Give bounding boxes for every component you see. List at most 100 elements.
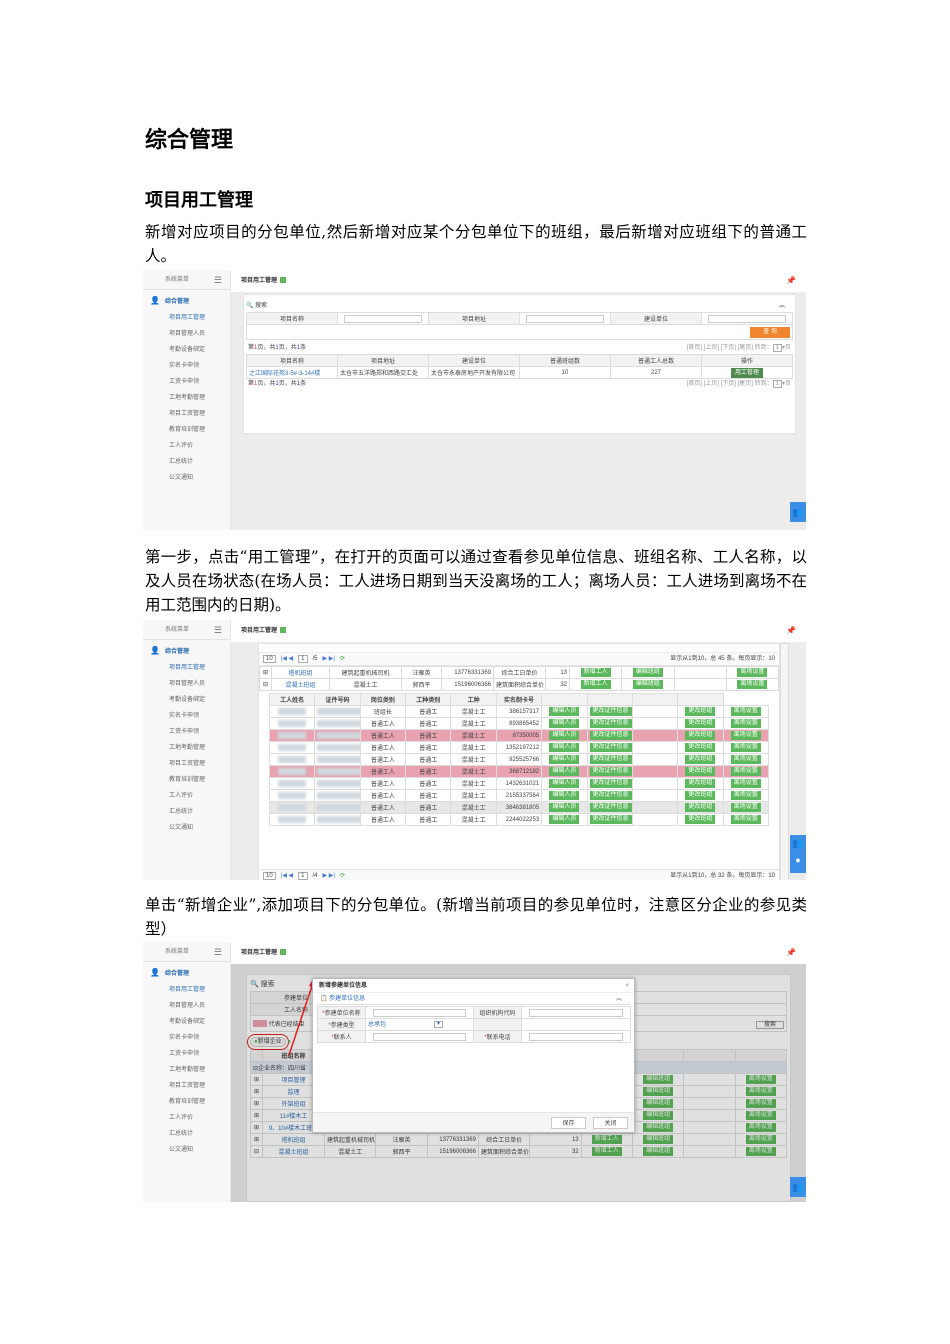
team-action-button[interactable]: 编辑班组 [632, 668, 663, 677]
sidebar-item[interactable]: 工资卡申领 [143, 724, 230, 740]
worker-action-button[interactable]: 编辑人员 [549, 803, 580, 812]
sidebar-item[interactable]: 考勤设备绑定 [143, 1014, 230, 1030]
help-icon[interactable] [280, 949, 287, 956]
refresh-icon[interactable]: ⟳ [340, 873, 345, 879]
sidebar-item[interactable]: 项目管理人员 [143, 998, 230, 1014]
worker-action-button[interactable]: 离场设置 [730, 803, 761, 812]
sidebar-item[interactable]: 汇总统计 [143, 1126, 230, 1142]
team-action-button[interactable]: 新增工人 [580, 668, 611, 677]
sidebar-item[interactable]: 工资卡申领 [143, 374, 230, 390]
worker-action-button[interactable]: 编辑人员 [549, 755, 580, 764]
refresh-icon[interactable]: ⟳ [340, 656, 345, 662]
worker-action-button[interactable]: 离场设置 [730, 719, 761, 728]
worker-action-button[interactable]: 编辑人员 [549, 791, 580, 800]
worker-action-button[interactable]: 更改证件信息 [589, 707, 632, 716]
page-size-select[interactable]: 10 [263, 872, 276, 880]
worker-action-button[interactable]: 编辑人员 [549, 719, 580, 728]
company-type-select[interactable]: 总承包 ▾ [368, 1020, 443, 1029]
worker-action-button[interactable]: 编辑人员 [549, 707, 580, 716]
contacts-icon[interactable]: 👥 [790, 502, 806, 522]
contact-phone-input[interactable] [529, 1032, 623, 1041]
collapse-icon[interactable]: ︽ [779, 300, 785, 312]
org-code-input[interactable] [529, 1008, 623, 1017]
sidebar-group-general[interactable]: 👤 综合管理 [143, 642, 230, 660]
sidebar-item[interactable]: 工资卡申领 [143, 1046, 230, 1062]
worker-action-button[interactable]: 更改证件信息 [589, 791, 632, 800]
worker-action-button[interactable]: 更改班组 [685, 803, 716, 812]
contacts-icon[interactable]: 👥 [790, 1177, 806, 1197]
labor-management-button[interactable]: 用工管理 [730, 367, 763, 378]
worker-action-button[interactable]: 更改班组 [685, 707, 716, 716]
page-select[interactable]: 1 [772, 380, 782, 388]
sidebar-item[interactable]: 项目工资管理 [143, 406, 230, 422]
contacts-icon[interactable]: 👥 ● [790, 835, 806, 873]
worker-action-button[interactable]: 离场设置 [730, 767, 761, 776]
company-name-input[interactable] [373, 1008, 466, 1017]
save-button[interactable]: 保存 [551, 1117, 586, 1129]
menu-toggle-icon[interactable]: ☰ [214, 620, 222, 640]
worker-action-button[interactable]: 更改班组 [685, 731, 716, 740]
worker-action-button[interactable]: 更改班组 [685, 767, 716, 776]
sidebar-item[interactable]: 工地考勤管理 [143, 740, 230, 756]
worker-action-button[interactable]: 更改证件信息 [589, 719, 632, 728]
sidebar-item[interactable]: 公文通知 [143, 1142, 230, 1158]
sidebar-item[interactable]: 工人评价 [143, 788, 230, 804]
page-input[interactable]: 1 [298, 872, 308, 880]
sidebar-item[interactable]: 公文通知 [143, 820, 230, 836]
sidebar-item[interactable]: 考勤设备绑定 [143, 342, 230, 358]
sidebar-item[interactable]: 考勤设备绑定 [143, 692, 230, 708]
worker-action-button[interactable]: 更改班组 [685, 791, 716, 800]
worker-action-button[interactable]: 更改证件信息 [589, 815, 632, 824]
sidebar-item[interactable]: 汇总统计 [143, 804, 230, 820]
worker-action-button[interactable]: 更改证件信息 [589, 767, 632, 776]
sidebar-item[interactable]: 项目管理人员 [143, 326, 230, 342]
sidebar-item[interactable]: 工地考勤管理 [143, 1062, 230, 1078]
sidebar-item[interactable]: 教育培训管理 [143, 422, 230, 438]
team-action-button[interactable]: 编辑班组 [632, 680, 663, 689]
worker-action-button[interactable]: 更改班组 [685, 719, 716, 728]
worker-action-button[interactable]: 更改证件信息 [589, 731, 632, 740]
sidebar-item[interactable]: 项目工资管理 [143, 756, 230, 772]
sidebar-group-general[interactable]: 👤 综合管理 [143, 292, 230, 310]
scrollbar[interactable] [780, 643, 789, 880]
worker-action-button[interactable]: 更改证件信息 [589, 803, 632, 812]
help-icon[interactable] [280, 627, 287, 634]
worker-action-button[interactable]: 离场设置 [730, 791, 761, 800]
worker-action-button[interactable]: 更改证件信息 [589, 755, 632, 764]
sidebar-group-general[interactable]: 👤 综合管理 [143, 964, 230, 982]
pin-icon[interactable]: 📌 [786, 942, 796, 964]
team-name-link[interactable]: 塔机班组 [271, 666, 330, 679]
page-input[interactable]: 1 [298, 655, 308, 663]
pin-icon[interactable]: 📌 [786, 270, 796, 292]
team-action-button[interactable]: 新增工人 [580, 680, 611, 689]
sidebar-item[interactable]: 工人评价 [143, 438, 230, 454]
first-prev-icon[interactable]: |◀ ◀ [281, 656, 293, 662]
sidebar-item[interactable]: 教育培训管理 [143, 1094, 230, 1110]
sidebar-item[interactable]: 项目用工管理 [143, 660, 230, 676]
sidebar-item[interactable]: 工地考勤管理 [143, 390, 230, 406]
worker-action-button[interactable]: 编辑人员 [549, 731, 580, 740]
sidebar-item[interactable]: 项目管理人员 [143, 676, 230, 692]
query-button[interactable]: 查 询 [750, 326, 790, 338]
worker-action-button[interactable]: 编辑人员 [549, 779, 580, 788]
pin-icon[interactable]: 📌 [786, 620, 796, 642]
sidebar-item[interactable]: 项目用工管理 [143, 982, 230, 998]
worker-action-button[interactable]: 更改证件信息 [589, 779, 632, 788]
sidebar-item[interactable]: 实名卡申领 [143, 1030, 230, 1046]
project-address-input[interactable] [526, 314, 604, 323]
sidebar-item[interactable]: 项目工资管理 [143, 1078, 230, 1094]
worker-action-button[interactable]: 更改班组 [685, 779, 716, 788]
worker-action-button[interactable]: 编辑人员 [549, 815, 580, 824]
menu-toggle-icon[interactable]: ☰ [214, 942, 222, 962]
expand-toggle[interactable]: ⊞ [259, 666, 272, 679]
page-select[interactable]: 1 [772, 344, 782, 352]
worker-action-button[interactable]: 离场设置 [730, 743, 761, 752]
project-name-link[interactable]: 之江国际花苑3-5#-3-14#楼 [246, 366, 338, 379]
worker-action-button[interactable]: 编辑人员 [549, 743, 580, 752]
worker-action-button[interactable]: 离场设置 [730, 755, 761, 764]
worker-action-button[interactable]: 更改班组 [685, 815, 716, 824]
team-action-button[interactable]: 离场设置 [737, 680, 768, 689]
builder-input[interactable] [708, 314, 786, 323]
menu-toggle-icon[interactable]: ☰ [214, 270, 222, 290]
project-name-input[interactable] [344, 314, 422, 323]
